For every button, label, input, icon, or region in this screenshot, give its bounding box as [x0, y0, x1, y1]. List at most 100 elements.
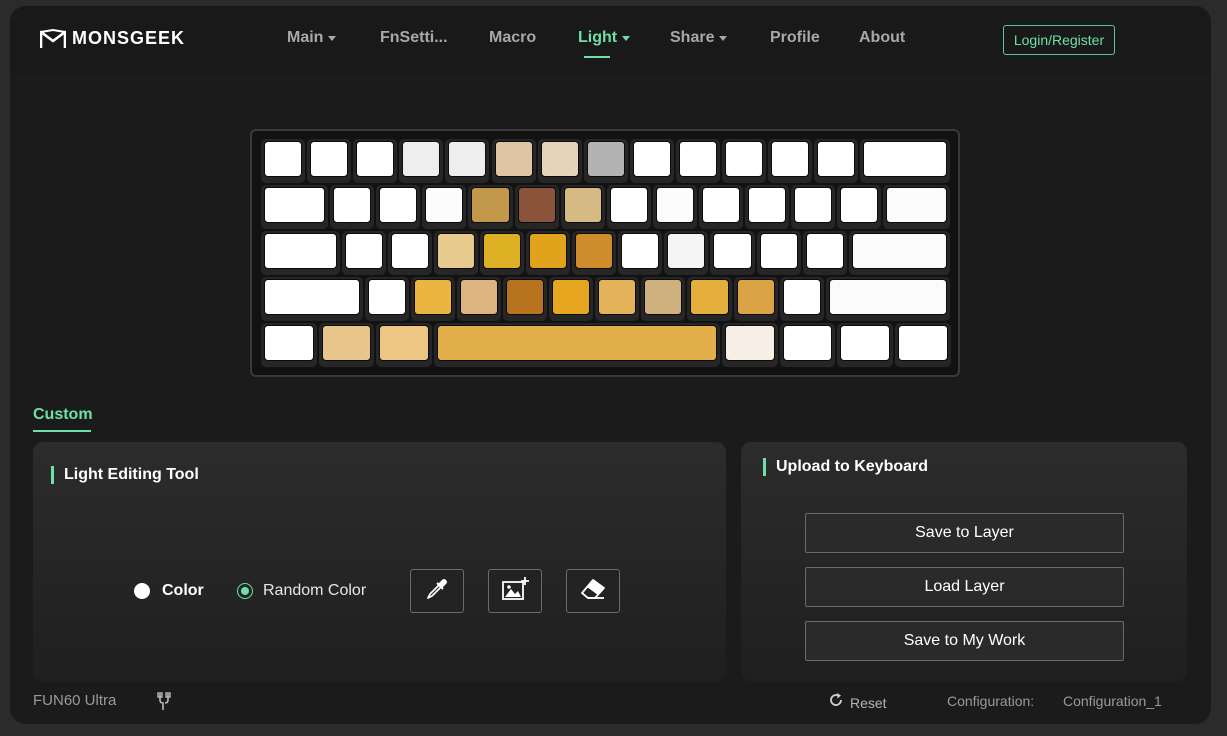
- nav-light[interactable]: Light: [578, 26, 631, 58]
- nav-main-label: Main: [287, 29, 324, 46]
- keycap-r1-c8[interactable]: [655, 187, 694, 223]
- keycap-r3-c4[interactable]: [506, 279, 545, 315]
- keycap-r3-c3[interactable]: [459, 279, 499, 315]
- keycap-r3-c2[interactable]: [413, 279, 452, 315]
- keycap-r3-c1[interactable]: [367, 279, 406, 315]
- keycap-r1-c0[interactable]: [264, 187, 326, 223]
- keycap-r4-c6[interactable]: [840, 325, 890, 361]
- keycap-r1-c9[interactable]: [701, 187, 741, 223]
- tab-custom-underline: [33, 430, 91, 432]
- keycap-r1-c4[interactable]: [471, 187, 510, 223]
- keycap-r4-c1[interactable]: [321, 325, 372, 361]
- keycap-r4-c0[interactable]: [264, 325, 314, 361]
- keycap-r1-c13[interactable]: [886, 187, 948, 223]
- light-editing-title: Light Editing Tool: [51, 466, 199, 484]
- app-window: MONSGEEK Main FnSetti... Macro Light Sha…: [10, 6, 1211, 724]
- keycap-r3-c6[interactable]: [598, 279, 637, 315]
- keycap-r1-c2[interactable]: [379, 187, 418, 223]
- keycap-r0-c8[interactable]: [632, 141, 671, 177]
- keycap-r4-c4[interactable]: [725, 325, 775, 361]
- keycap-r0-c5[interactable]: [494, 141, 533, 177]
- keycap-r0-c13[interactable]: [863, 141, 948, 177]
- nav-share[interactable]: Share: [670, 26, 728, 50]
- keycap-r3-c0[interactable]: [264, 279, 360, 315]
- keycap-r2-c12[interactable]: [851, 233, 948, 269]
- keycap-r1-c12[interactable]: [840, 187, 879, 223]
- keycap-r1-c7[interactable]: [609, 187, 648, 223]
- keycap-r0-c10[interactable]: [725, 141, 764, 177]
- login-register-button[interactable]: Login/Register: [1003, 25, 1115, 55]
- keycap-r0-c12[interactable]: [817, 141, 856, 177]
- configuration-value[interactable]: Configuration_1: [1063, 693, 1162, 709]
- random-color-label: Random Color: [263, 582, 367, 599]
- caret-down-icon: [622, 35, 631, 41]
- keycap-r1-c1[interactable]: [333, 187, 372, 223]
- nav-macro-label: Macro: [489, 29, 537, 46]
- load-layer-button[interactable]: Load Layer: [805, 567, 1124, 607]
- keycap-r0-c4[interactable]: [448, 141, 487, 177]
- keycap-r0-c6[interactable]: [540, 141, 579, 177]
- keycap-r1-c3[interactable]: [425, 187, 464, 223]
- nav-light-label: Light: [578, 29, 618, 46]
- tab-custom[interactable]: Custom: [33, 406, 93, 424]
- keycap-r2-c0[interactable]: [264, 233, 337, 269]
- keycap-r2-c2[interactable]: [390, 233, 429, 269]
- top-header: MONSGEEK Main FnSetti... Macro Light Sha…: [10, 6, 1211, 74]
- keycap-r1-c6[interactable]: [563, 187, 602, 223]
- nav-macro[interactable]: Macro: [489, 26, 536, 50]
- keycap-r0-c7[interactable]: [586, 141, 625, 177]
- keycap-r2-c6[interactable]: [575, 233, 614, 269]
- configuration-label: Configuration:: [947, 693, 1035, 709]
- random-color-radio[interactable]: [237, 583, 253, 599]
- refresh-icon: [828, 692, 844, 713]
- keycap-r2-c1[interactable]: [344, 233, 383, 269]
- nav-profile[interactable]: Profile: [770, 26, 820, 50]
- reset-button[interactable]: Reset: [828, 692, 887, 713]
- keycap-r3-c9[interactable]: [736, 279, 775, 315]
- keycap-r3-c7[interactable]: [644, 279, 683, 315]
- keycap-r3-c5[interactable]: [552, 279, 591, 315]
- keycap-r2-c7[interactable]: [621, 233, 660, 269]
- keycap-r4-c7[interactable]: [897, 325, 948, 361]
- nav-fnsettings[interactable]: FnSetti...: [380, 26, 448, 50]
- keycap-r0-c1[interactable]: [310, 141, 349, 177]
- keycap-r3-c8[interactable]: [690, 279, 729, 315]
- keycap-r1-c11[interactable]: [794, 187, 833, 223]
- reset-label: Reset: [850, 694, 887, 711]
- add-image-icon: [500, 576, 530, 607]
- keycap-r3-c11[interactable]: [828, 279, 948, 315]
- keycap-r0-c11[interactable]: [771, 141, 810, 177]
- color-radio[interactable]: [134, 583, 150, 599]
- keycap-r1-c5[interactable]: [517, 187, 556, 223]
- usb-connection-icon[interactable]: [154, 692, 174, 717]
- upload-panel-title: Upload to Keyboard: [763, 458, 928, 476]
- caret-down-icon: [719, 35, 728, 41]
- keycap-r1-c10[interactable]: [748, 187, 787, 223]
- keycap-r0-c3[interactable]: [402, 141, 441, 177]
- keycap-r0-c2[interactable]: [356, 141, 395, 177]
- random-color-option[interactable]: Random Color: [237, 582, 366, 600]
- save-to-my-work-button[interactable]: Save to My Work: [805, 621, 1124, 661]
- keycap-r2-c5[interactable]: [529, 233, 568, 269]
- color-option[interactable]: Color: [134, 582, 204, 600]
- keycap-r2-c3[interactable]: [436, 233, 475, 269]
- keycap-r2-c10[interactable]: [759, 233, 798, 269]
- keycap-r2-c11[interactable]: [805, 233, 844, 269]
- color-option-label: Color: [162, 582, 204, 599]
- keycap-r0-c9[interactable]: [678, 141, 717, 177]
- keycap-r2-c9[interactable]: [713, 233, 752, 269]
- keycap-r3-c10[interactable]: [782, 279, 821, 315]
- image-import-button[interactable]: [488, 569, 542, 613]
- eyedropper-button[interactable]: [410, 569, 464, 613]
- keycap-r4-c5[interactable]: [782, 325, 833, 361]
- keycap-r2-c8[interactable]: [667, 233, 706, 269]
- keycap-r4-c2[interactable]: [379, 325, 429, 361]
- eraser-button[interactable]: [566, 569, 620, 613]
- nav-about[interactable]: About: [859, 26, 905, 50]
- keycap-r4-c3[interactable]: [436, 325, 717, 361]
- save-to-layer-button[interactable]: Save to Layer: [805, 513, 1124, 553]
- nav-main[interactable]: Main: [287, 26, 337, 50]
- keycap-r2-c4[interactable]: [482, 233, 522, 269]
- eyedropper-icon: [424, 576, 450, 607]
- keycap-r0-c0[interactable]: [264, 141, 303, 177]
